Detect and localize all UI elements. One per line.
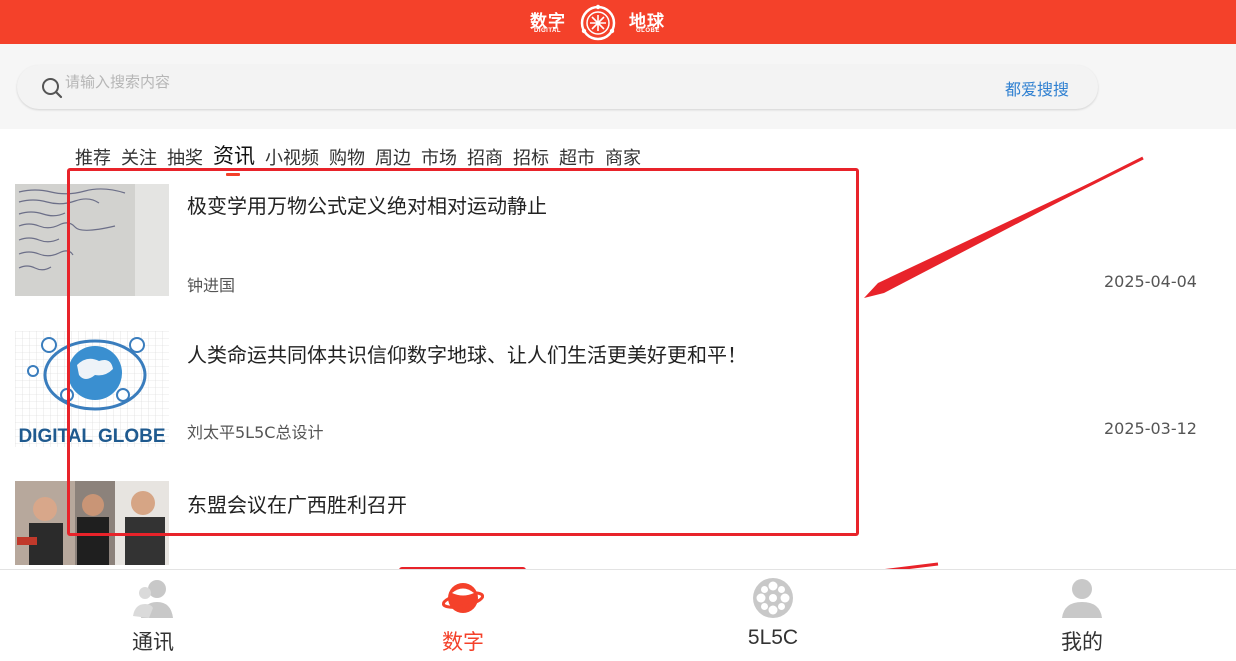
tab-supermarket[interactable]: 超市 [559,144,595,170]
film-reel-icon [753,578,793,618]
contacts-icon [133,580,173,618]
news-author: 刘太平5L5C总设计 [187,423,324,442]
news-date: 2025-03-12 [1104,419,1197,438]
logo-sub-right: GLOBE [636,28,660,34]
tab-short-video[interactable]: 小视频 [265,144,319,170]
digital-globe-image-icon: DIGITAL GLOBE [15,331,169,447]
thumb-caption: DIGITAL GLOBE [18,426,165,447]
top-bar: 数字 DIGITAL 地球 GLOBE [0,0,1236,44]
search-bar[interactable]: 都爱搜搜 [17,65,1098,109]
user-icon [1062,579,1102,618]
tab-shopping[interactable]: 购物 [329,144,365,170]
news-title[interactable]: 极变学用万物公式定义绝对相对运动静止 [187,190,547,219]
news-title[interactable]: 人类命运共同体共识信仰数字地球、让人们生活更美好更和平！ [187,339,747,368]
news-thumbnail [15,184,169,296]
tab-investment[interactable]: 招商 [467,144,503,170]
news-title[interactable]: 东盟会议在广西胜利召开 [187,489,407,518]
nav-label-5l5c: 5L5C [747,626,799,649]
nav-item-5l5c[interactable]: 5L5C [703,570,843,661]
search-input[interactable] [65,69,865,95]
tab-news[interactable]: 资讯 [213,140,255,176]
logo-sub-left: DIGITAL [534,28,562,34]
tab-nearby[interactable]: 周边 [375,144,411,170]
tab-market[interactable]: 市场 [421,144,457,170]
news-date: 2025-04-04 [1104,272,1197,291]
search-area: 都爱搜搜 [0,44,1236,129]
whiteboard-image-icon [15,184,169,296]
tab-recommend[interactable]: 推荐 [75,144,111,170]
tab-follow[interactable]: 关注 [121,144,157,170]
news-item[interactable]: 东盟会议在广西胜利召开 [0,481,1236,565]
planet-icon [441,583,485,613]
news-thumbnail: DIGITAL GLOBE [15,331,169,447]
globe-emblem-icon [580,4,616,41]
news-thumbnail [15,481,169,565]
news-item[interactable]: DIGITAL GLOBE 人类命运共同体共识信仰数字地球、让人们生活更美好更和… [0,331,1236,447]
news-author: 钟进国 [187,276,236,295]
tab-lottery[interactable]: 抽奖 [167,144,203,170]
nav-item-digital[interactable]: 数字 [393,570,533,661]
nav-label-digital: 数字 [442,630,484,654]
nav-item-me[interactable]: 我的 [1012,570,1152,661]
bottom-nav: 通讯 数字 5L5C 我的 [0,569,1236,661]
nav-label-me: 我的 [1061,630,1103,654]
news-item[interactable]: 极变学用万物公式定义绝对相对运动静止 钟进国 2025-04-04 [0,184,1236,296]
nav-item-contacts[interactable]: 通讯 [83,570,223,661]
search-icon [42,78,63,99]
nav-label-contacts: 通讯 [132,630,174,654]
category-tabs: 推荐 关注 抽奖 资讯 小视频 购物 周边 市场 招商 招标 超市 商家 [75,140,651,176]
meeting-photo-icon [15,481,169,565]
tab-bidding[interactable]: 招标 [513,144,549,170]
search-button[interactable]: 都爱搜搜 [1005,76,1069,100]
app-logo: 数字 DIGITAL 地球 GLOBE [528,4,670,41]
tab-merchants[interactable]: 商家 [605,144,641,170]
